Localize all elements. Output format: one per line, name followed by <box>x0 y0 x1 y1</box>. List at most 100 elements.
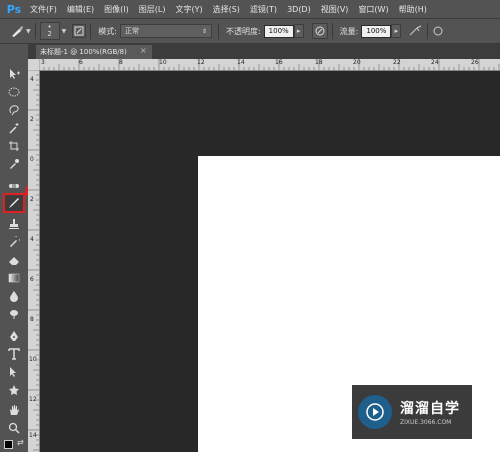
eraser-tool[interactable] <box>5 252 23 268</box>
ruler-label: 20 <box>353 59 361 66</box>
dodge-tool[interactable] <box>5 306 23 322</box>
brush-preset-icon[interactable] <box>10 24 24 38</box>
menu-type[interactable]: 文字(Y) <box>170 4 207 15</box>
ruler-origin[interactable] <box>28 59 39 70</box>
move-tool[interactable] <box>5 66 23 82</box>
shape-tool[interactable] <box>5 382 23 398</box>
divider <box>90 23 92 39</box>
pressure-opacity-icon[interactable] <box>311 23 328 39</box>
bandage-icon <box>9 184 19 188</box>
document-tab[interactable]: 未标题-1 @ 100%(RGB/8) <box>36 45 152 59</box>
clone-stamp-tool[interactable] <box>5 216 23 232</box>
healing-brush-tool[interactable] <box>5 178 23 194</box>
ruler-label: 2 <box>30 196 34 203</box>
menu-edit[interactable]: 编辑(E) <box>62 4 99 15</box>
flow-label: 流量: <box>339 26 359 36</box>
menu-filter[interactable]: 滤镜(T) <box>245 4 282 15</box>
menu-select[interactable]: 选择(S) <box>208 4 245 15</box>
opacity-dropdown-icon[interactable]: ▸ <box>293 24 304 38</box>
zoom-tool[interactable] <box>5 420 23 436</box>
ruler-label: 18 <box>315 59 323 66</box>
ruler-label: 14 <box>237 59 245 66</box>
ruler-label: 26 <box>471 59 479 66</box>
watermark-title: 溜溜自学 <box>400 401 460 417</box>
lasso-tool[interactable] <box>5 102 23 118</box>
brush-size-picker[interactable]: • 2 <box>39 22 60 40</box>
brush-size-dropdown-icon[interactable]: ▼ <box>62 28 67 35</box>
lasso-icon <box>9 105 19 116</box>
crop-tool[interactable] <box>5 138 23 154</box>
marquee-tool[interactable] <box>5 84 23 100</box>
menu-image[interactable]: 图像(I) <box>99 4 134 15</box>
menu-layer[interactable]: 图层(L) <box>134 4 171 15</box>
ruler-label: 24 <box>431 59 439 66</box>
menu-3d[interactable]: 3D(D) <box>282 5 316 14</box>
magic-wand-tool[interactable] <box>5 120 23 136</box>
ruler-label: 12 <box>29 396 37 403</box>
menu-help[interactable]: 帮助(H) <box>394 4 432 15</box>
history-brush-tool[interactable] <box>5 234 23 250</box>
brush-icon <box>9 198 19 208</box>
eyedropper-tool[interactable] <box>5 156 23 172</box>
horizontal-ruler[interactable]: 3 6 8 10 12 14 16 18 20 22 24 26 <box>39 59 500 71</box>
document-tab-title: 未标题-1 @ 100%(RGB/8) <box>40 48 127 56</box>
foreground-color-swatch[interactable] <box>4 440 13 449</box>
play-logo-icon <box>358 395 392 429</box>
gradient-tool[interactable] <box>5 270 23 286</box>
ruler-label: 4 <box>30 236 34 243</box>
type-tool[interactable] <box>5 346 23 362</box>
close-tab-icon[interactable]: × <box>140 46 147 55</box>
brush-tool[interactable] <box>3 193 25 213</box>
menu-view[interactable]: 视图(V) <box>316 4 354 15</box>
pen-icon <box>10 331 18 341</box>
eyedropper-icon <box>10 159 19 169</box>
ruler-label: 14 <box>29 432 37 439</box>
airbrush-icon[interactable] <box>409 25 423 37</box>
mode-label: 模式: <box>98 26 117 36</box>
hand-icon <box>10 405 19 415</box>
path-selection-tool[interactable] <box>5 364 23 380</box>
blur-tool[interactable] <box>5 288 23 304</box>
pressure-size-icon[interactable] <box>432 25 444 37</box>
pen-tool[interactable] <box>5 328 23 344</box>
ruler-label: 10 <box>159 59 167 66</box>
custom-shape-icon <box>9 385 19 395</box>
watermark: 溜溜自学 ZIXUE.3066.COM <box>352 385 472 439</box>
app-logo: Ps <box>6 2 22 16</box>
flow-dropdown-icon[interactable]: ▸ <box>391 24 402 38</box>
menu-window[interactable]: 窗口(W) <box>353 4 393 15</box>
ruler-label: 8 <box>119 59 123 66</box>
flow-input[interactable]: 100% <box>361 24 392 38</box>
hand-tool[interactable] <box>5 402 23 418</box>
preset-dropdown-icon[interactable]: ▼ <box>26 28 31 35</box>
ruler-label: 22 <box>393 59 401 66</box>
vertical-ruler[interactable]: 4 2 0 2 4 6 8 10 12 14 <box>28 70 40 452</box>
menu-bar: Ps 文件(F) 编辑(E) 图像(I) 图层(L) 文字(Y) 选择(S) 滤… <box>0 0 500 19</box>
document-tab-bar: 未标题-1 @ 100%(RGB/8) × <box>28 44 500 59</box>
magic-wand-icon <box>9 123 19 134</box>
stamp-icon <box>9 219 19 229</box>
brush-panel-toggle-icon[interactable] <box>72 24 87 38</box>
divider <box>331 23 333 39</box>
path-selection-icon <box>10 367 16 377</box>
ruler-label: 16 <box>275 59 283 66</box>
ruler-label: 12 <box>197 59 205 66</box>
mode-select[interactable]: 正常 ⇕ <box>119 24 212 38</box>
options-bar: ▼ • 2 ▼ 模式: 正常 ⇕ 不透明度: 100% ▸ 流量: 100% ▸ <box>0 19 500 44</box>
ruler-ticks <box>28 70 39 451</box>
ruler-label: 8 <box>30 316 34 323</box>
brush-size-value: 2 <box>47 30 52 38</box>
color-swatches[interactable]: ⇄ <box>4 438 24 452</box>
chevron-updown-icon: ⇕ <box>201 27 207 35</box>
ruler-label: 2 <box>30 116 34 123</box>
opacity-input[interactable]: 100% <box>263 24 294 38</box>
tools-panel: ⇄ <box>0 44 29 452</box>
divider <box>217 23 219 39</box>
menu-file[interactable]: 文件(F) <box>25 4 62 15</box>
history-brush-icon <box>10 236 20 247</box>
ruler-label: 6 <box>30 276 34 283</box>
eraser-icon <box>9 257 19 265</box>
crop-icon <box>9 141 19 151</box>
swap-colors-icon[interactable]: ⇄ <box>17 438 24 447</box>
divider <box>427 23 429 39</box>
